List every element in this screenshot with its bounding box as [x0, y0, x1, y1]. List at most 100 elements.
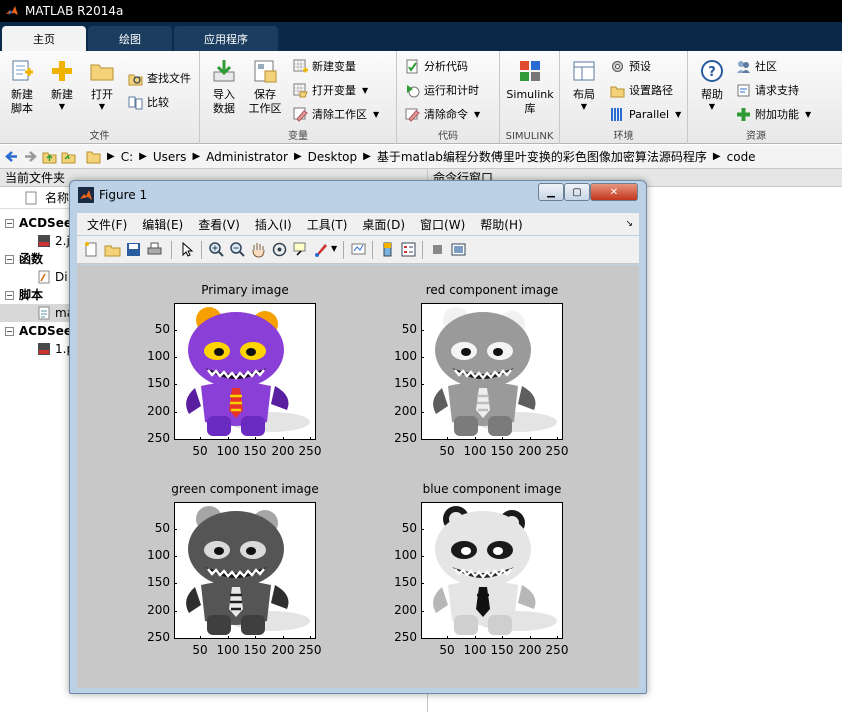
- x-tick-mark: [255, 636, 256, 639]
- open-variable-icon: [293, 83, 308, 97]
- zoom-in-icon[interactable]: [208, 241, 225, 258]
- collapse-toggle[interactable]: −: [5, 326, 14, 336]
- toolbar-separator: [171, 241, 172, 259]
- collapse-toggle[interactable]: −: [5, 254, 14, 264]
- clear-workspace-button[interactable]: 清除工作区 ▼: [293, 104, 379, 124]
- chevron-down-icon[interactable]: ▼: [331, 244, 337, 253]
- tab-home[interactable]: 主页: [2, 26, 86, 51]
- clear-commands-button[interactable]: 清除命令 ▼: [405, 104, 480, 124]
- community-button[interactable]: 社区: [736, 56, 777, 76]
- new-variable-button[interactable]: 新建变量: [293, 56, 356, 76]
- subplot-title: red component image: [425, 283, 559, 297]
- close-button[interactable]: ✕: [590, 183, 638, 201]
- collapse-toggle[interactable]: −: [5, 218, 14, 228]
- forward-arrow-icon[interactable]: [23, 149, 38, 164]
- list-item[interactable]: Di: [37, 268, 68, 286]
- legend-icon[interactable]: [400, 241, 417, 258]
- brush-icon[interactable]: [313, 241, 330, 258]
- tab-apps[interactable]: 应用程序: [174, 26, 278, 51]
- menu-window[interactable]: 窗口(W): [420, 216, 465, 233]
- preferences-button[interactable]: 预设: [610, 56, 651, 76]
- back-arrow-icon[interactable]: [4, 149, 19, 164]
- colorbar-icon[interactable]: [379, 241, 396, 258]
- set-path-label: 设置路径: [629, 84, 673, 97]
- new-script-button[interactable]: 新建 脚本: [2, 55, 42, 127]
- breadcrumb-project-folder[interactable]: 基于matlab编程分数傅里叶变换的彩色图像加密算法源码程序: [377, 148, 707, 165]
- x-tick-label: 100: [463, 643, 487, 657]
- link-plot-icon[interactable]: [350, 241, 367, 258]
- tab-plots[interactable]: 绘图: [88, 26, 172, 51]
- breadcrumb-administrator[interactable]: Administrator: [206, 150, 288, 164]
- menu-overflow-icon[interactable]: ↘: [625, 219, 633, 229]
- figure-titlebar[interactable]: Figure 1 ▁ ▢ ✕: [70, 181, 646, 209]
- find-files-button[interactable]: 查找文件: [128, 68, 191, 88]
- import-data-button[interactable]: 导入 数据: [204, 55, 244, 127]
- menu-edit[interactable]: 编辑(E): [142, 216, 183, 233]
- open-variable-button[interactable]: 打开变量 ▼: [293, 80, 368, 100]
- chevron-down-icon: ▼: [58, 102, 66, 111]
- new-figure-icon[interactable]: [83, 241, 100, 258]
- zoom-out-icon[interactable]: [229, 241, 246, 258]
- rotate-3d-icon[interactable]: [271, 241, 288, 258]
- collapse-toggle[interactable]: −: [5, 290, 14, 300]
- breadcrumb-code[interactable]: code: [727, 150, 756, 164]
- open-button[interactable]: 打开 ▼: [82, 55, 122, 127]
- maximize-button[interactable]: ▢: [564, 183, 590, 201]
- layout-button[interactable]: 布局 ▼: [564, 55, 604, 127]
- up-folder-icon[interactable]: [42, 149, 57, 164]
- minimize-button[interactable]: ▁: [538, 183, 564, 201]
- request-support-button[interactable]: 请求支持: [736, 80, 799, 100]
- menu-help[interactable]: 帮助(H): [480, 216, 522, 233]
- list-item[interactable]: − ACDSee: [5, 214, 72, 232]
- y-tick-label: 50: [154, 322, 170, 336]
- data-cursor-icon[interactable]: [292, 241, 309, 258]
- simulink-library-button[interactable]: Simulink 库: [506, 55, 554, 127]
- pan-hand-icon[interactable]: [250, 241, 267, 258]
- breadcrumb-drive[interactable]: C:: [121, 150, 133, 164]
- save-icon[interactable]: [125, 241, 142, 258]
- figure-canvas[interactable]: Primary image 50 100 150 200 250 50 100 …: [77, 265, 639, 688]
- help-button[interactable]: ? 帮助 ▼: [692, 55, 732, 127]
- list-item[interactable]: − 脚本: [5, 286, 43, 304]
- menu-desktop[interactable]: 桌面(D): [362, 216, 405, 233]
- subplot-axes-green[interactable]: [174, 502, 316, 639]
- compare-button[interactable]: 比较: [128, 92, 169, 112]
- matlab-logo-icon: [6, 6, 18, 15]
- show-plot-tools-icon[interactable]: [450, 241, 467, 258]
- hide-plot-tools-icon[interactable]: [429, 241, 446, 258]
- maximize-icon: ▢: [572, 186, 582, 198]
- subplot-axes-red[interactable]: [421, 303, 563, 440]
- run-and-time-button[interactable]: 运行和计时: [405, 80, 479, 100]
- analyze-code-button[interactable]: 分析代码: [405, 56, 468, 76]
- parallel-label: Parallel: [629, 107, 670, 121]
- y-tick-mark: [421, 583, 424, 584]
- x-tick-label: 150: [243, 444, 267, 458]
- set-path-button[interactable]: 设置路径: [610, 80, 673, 100]
- breadcrumb-users[interactable]: Users: [153, 150, 187, 164]
- y-tick-mark: [421, 439, 424, 440]
- x-tick-label: 100: [463, 444, 487, 458]
- subplot-axes-blue[interactable]: [421, 502, 563, 639]
- group-label: 脚本: [19, 288, 44, 302]
- simulink-library-icon: [520, 61, 540, 81]
- y-tick-label: 200: [147, 603, 170, 617]
- menu-tools[interactable]: 工具(T): [307, 216, 348, 233]
- list-item[interactable]: − 函数: [5, 250, 43, 268]
- list-item[interactable]: − ACDSee: [5, 322, 72, 340]
- print-icon[interactable]: [146, 241, 163, 258]
- new-button[interactable]: 新建 ▼: [42, 55, 82, 127]
- pointer-icon[interactable]: [179, 241, 196, 258]
- layout-icon: [573, 61, 595, 81]
- menu-file[interactable]: 文件(F): [87, 216, 127, 233]
- breadcrumb-desktop[interactable]: Desktop: [308, 150, 358, 164]
- open-file-icon[interactable]: [104, 241, 121, 258]
- figure-window[interactable]: Figure 1 ▁ ▢ ✕ 文件(F) 编辑(E) 查看(V) 插入(I) 工…: [69, 180, 647, 694]
- menu-view[interactable]: 查看(V): [198, 216, 240, 233]
- menu-insert[interactable]: 插入(I): [255, 216, 292, 233]
- parallel-button[interactable]: Parallel ▼: [610, 104, 681, 124]
- browse-folder-icon[interactable]: [61, 149, 76, 164]
- list-item[interactable]: 2.j: [37, 232, 70, 250]
- save-workspace-button[interactable]: 保存 工作区: [245, 55, 285, 127]
- addons-button[interactable]: 附加功能 ▼: [736, 104, 811, 124]
- subplot-axes-color[interactable]: [174, 303, 316, 440]
